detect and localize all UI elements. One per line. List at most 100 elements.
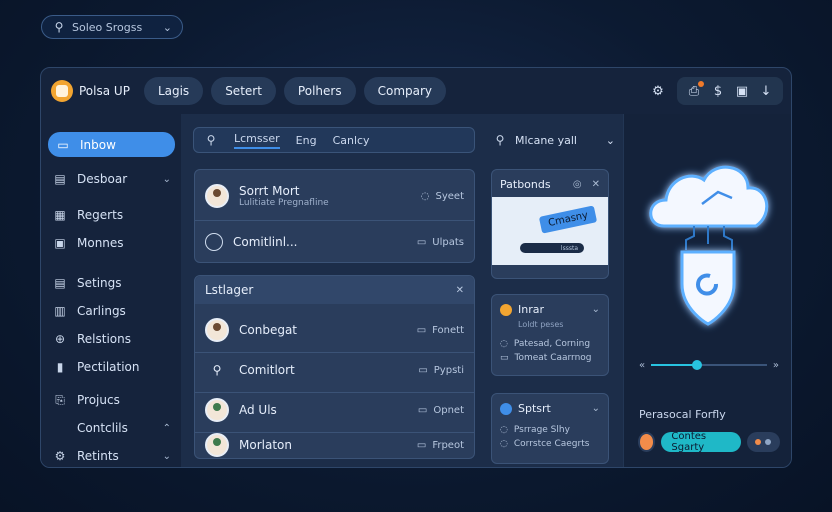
inrar-panel: Inrar ⌄ Loldt peses ◌ Patesad, Corning ▭ T… <box>491 294 609 376</box>
sidebar-item-label: Desboar <box>77 172 128 186</box>
row-meta: Ulpats <box>432 236 464 248</box>
slider-knob[interactable] <box>692 360 703 370</box>
progress-slider[interactable]: « » <box>639 357 779 373</box>
sidebar-item-monnes[interactable]: ▣ Monnes <box>41 229 181 257</box>
search-icon: ⚲ <box>54 20 64 34</box>
circle-icon: ◌ <box>500 425 508 435</box>
right-search[interactable]: ⚲ Mlcane yall ⌄ <box>493 127 615 153</box>
list-item[interactable]: Conbegat ▭ Fonett <box>195 310 474 350</box>
notifications-icon[interactable]: ⎙ <box>683 80 705 102</box>
slider-fill <box>651 364 698 366</box>
sidebar-item-label: Retints <box>77 449 119 463</box>
chevron-down-icon[interactable]: ⌄ <box>592 403 600 414</box>
cloud-shield-illustration <box>649 165 769 326</box>
panel-header: Sptsrt ⌄ <box>492 394 608 419</box>
sidebar-item-retints[interactable]: ⚙ Retints ⌄ <box>41 442 181 467</box>
tab-lagis[interactable]: Lagis <box>143 77 204 105</box>
row-meta: Pypsti <box>433 364 464 376</box>
close-icon[interactable]: ✕ <box>592 179 600 190</box>
sidebar-item-desboar[interactable]: ▤ Desboar ⌄ <box>41 165 181 193</box>
card-header: Lstlager ✕ <box>195 276 474 304</box>
list-item[interactable]: Morlaton ▭ Frpeot <box>195 430 474 460</box>
sidebar-item-pectilation[interactable]: ▮ Pectilation <box>41 353 181 381</box>
manager-card: Lstlager ✕ Conbegat ▭ Fonett ⚲ Comitlort … <box>194 275 475 459</box>
tab-setert[interactable]: Setert <box>211 77 276 105</box>
contact-card: Sorrt Mort Lulitiate Pregnafline ◌ Syeet… <box>194 169 475 263</box>
top-search-pill[interactable]: ⚲ Soleo Srogss ⌄ <box>41 15 183 39</box>
search-segment-3[interactable]: Canlcy <box>333 134 370 147</box>
dollar-icon[interactable]: $ <box>707 80 729 102</box>
tools-icon: ⚲ <box>212 363 222 377</box>
line-text: Psrrage Slhy <box>513 425 570 435</box>
sidebar-item-label: Monnes <box>77 236 124 250</box>
panel-actions: Contes Sgarty <box>638 431 780 453</box>
sidebar-item-projucs[interactable]: ⎘ Projucs <box>41 386 181 414</box>
list-item[interactable]: ◌ Patesad, Corning <box>492 337 608 351</box>
list-item[interactable]: ◌ Psrrage Slhy <box>492 423 608 437</box>
download-icon[interactable]: ↓ <box>755 80 777 102</box>
close-icon[interactable]: ✕ <box>456 285 464 296</box>
list-item[interactable]: Ad Uls ▭ Opnet <box>195 390 474 430</box>
logo-icon <box>51 80 73 102</box>
inbox-icon: ▭ <box>57 137 69 152</box>
list-item[interactable]: Comitlinl... ▭ Ulpats <box>195 222 474 262</box>
slider-right-icon[interactable]: » <box>773 360 779 371</box>
sidebar-item-regerts[interactable]: ▦ Regerts <box>41 201 181 229</box>
settings-gear-icon[interactable]: ⚙ <box>647 80 669 102</box>
top-search-label: Soleo Srogss <box>72 20 143 34</box>
search-segment-2[interactable]: Eng <box>296 134 317 147</box>
primary-button[interactable]: Contes Sgarty <box>661 431 741 453</box>
list-item[interactable]: ▭ Tomeat Caarrnog <box>492 351 608 365</box>
list-item[interactable]: ◌ Corrstce Caegrts <box>492 437 608 451</box>
right-search-label: Mlcane yall <box>515 133 577 147</box>
chevron-down-icon: ⌄ <box>162 173 171 185</box>
list-item[interactable]: ⚲ Comitlort ▭ Pypsti <box>195 350 474 390</box>
avatar[interactable] <box>638 432 656 452</box>
chevron-down-icon: ⌄ <box>162 20 172 34</box>
search-segment-1[interactable]: Lcmsser <box>234 132 280 149</box>
preview-bar: lsssta <box>520 243 584 253</box>
row-title: Comitlort <box>239 363 295 377</box>
app-logo[interactable]: Polsa UP <box>51 80 130 102</box>
circle-icon: ◌ <box>500 339 508 349</box>
chat-icon: ▭ <box>417 404 428 416</box>
chat-icon: ▭ <box>416 324 427 336</box>
projects-icon: ⎘ <box>55 392 65 407</box>
avatar <box>205 433 229 457</box>
status-circle-icon: ◌ <box>420 190 430 202</box>
gray-dot-icon <box>765 439 772 445</box>
tab-compary[interactable]: Compary <box>363 77 447 105</box>
sidebar-item-inbow[interactable]: ▭ Inbow <box>48 132 175 157</box>
sidebar-item-carlings[interactable]: ▥ Carlings <box>41 297 181 325</box>
sidebar-item-label: Carlings <box>77 304 126 318</box>
sidebar-item-setings[interactable]: ▤ Setings <box>41 269 181 297</box>
reports-icon: ▦ <box>54 208 66 222</box>
row-meta: Syeet <box>435 190 465 202</box>
sidebar-item-label: Pectilation <box>77 360 140 374</box>
sidebar-item-contclils[interactable]: Contclils ⌃ <box>41 414 181 442</box>
tab-polhers[interactable]: Polhers <box>283 77 356 105</box>
row-meta: Opnet <box>433 404 464 416</box>
card-title: Lstlager <box>205 283 254 297</box>
settings-icon[interactable]: ◎ <box>573 179 582 190</box>
blue-status-icon <box>500 402 512 415</box>
clipboard-icon[interactable]: ▣ <box>731 80 753 102</box>
search-bar[interactable]: ⚲ Lcmsser Eng Canlcy <box>193 127 475 153</box>
slider-left-icon[interactable]: « <box>639 360 645 371</box>
row-title: Ad Uls <box>239 403 277 417</box>
chevron-down-icon[interactable]: ⌄ <box>592 304 600 315</box>
sidebar-item-label: Regerts <box>77 208 124 222</box>
row-meta: Fonett <box>432 324 464 336</box>
sidebar-item-label: Relstions <box>77 332 132 346</box>
chevron-down-icon: ⌄ <box>162 450 171 462</box>
panel-subtitle: Loldt peses <box>492 320 608 331</box>
orange-dot-icon <box>755 439 762 445</box>
refresh-icon <box>205 233 223 251</box>
list-item[interactable]: Sorrt Mort Lulitiate Pregnafline ◌ Syeet <box>195 176 474 216</box>
slider-track[interactable] <box>651 360 767 370</box>
panel-title: Sptsrt <box>518 402 551 415</box>
avatar <box>205 398 229 422</box>
monitor-icon: ▣ <box>54 236 66 250</box>
sidebar-item-relstions[interactable]: ⊕ Relstions <box>41 325 181 353</box>
options-toggle[interactable] <box>746 432 780 452</box>
